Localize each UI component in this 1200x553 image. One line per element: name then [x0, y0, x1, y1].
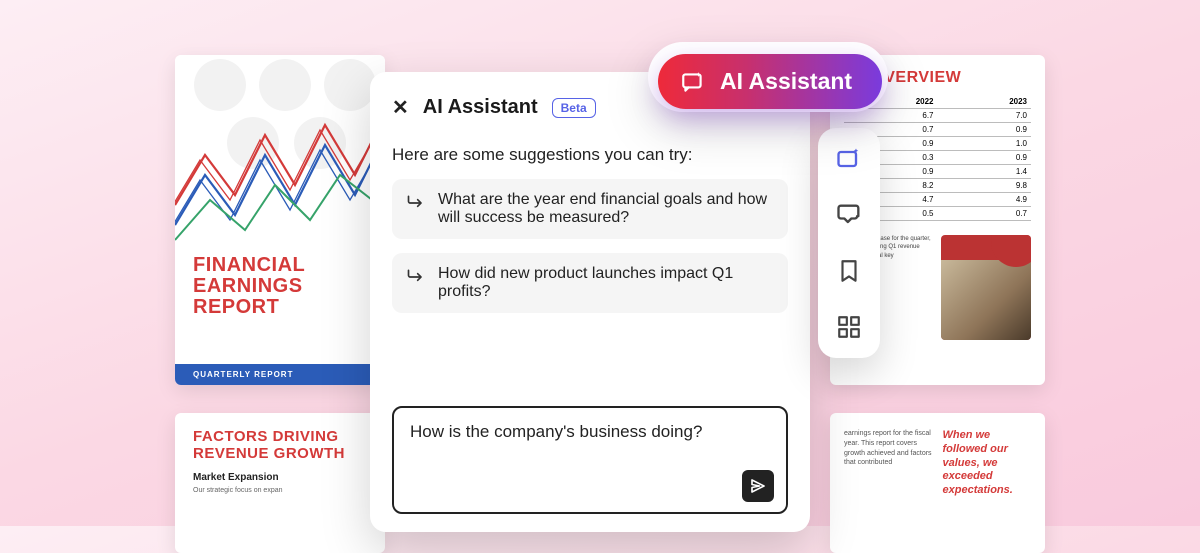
- table-row: 6.77.0: [844, 109, 1031, 123]
- chat-sparkle-icon: [680, 69, 706, 95]
- ai-assistant-panel: ✕ AI Assistant Beta Here are some sugges…: [370, 72, 810, 532]
- side-tool-rail: [818, 128, 880, 358]
- doc-factors-subhead: Market Expansion: [193, 472, 367, 483]
- rail-comments-icon[interactable]: [834, 200, 864, 230]
- ai-assistant-launch-button[interactable]: AI Assistant: [658, 54, 882, 109]
- chat-input-container: How is the company's business doing?: [392, 406, 788, 514]
- suggestion-text: How did new product launches impact Q1 p…: [438, 265, 774, 301]
- chat-input[interactable]: How is the company's business doing?: [410, 422, 774, 442]
- rail-ai-sparkle-icon[interactable]: [834, 144, 864, 174]
- doc-factors-body: Our strategic focus on expan: [193, 487, 367, 494]
- doc-quote-paragraph: earnings report for the fiscal year. Thi…: [844, 429, 933, 537]
- doc-title-line3: REPORT: [193, 297, 367, 318]
- close-icon[interactable]: ✕: [392, 98, 409, 118]
- ai-pill-label: AI Assistant: [720, 68, 852, 95]
- panel-title: AI Assistant: [423, 96, 538, 119]
- send-button[interactable]: [742, 470, 774, 502]
- send-icon: [749, 477, 767, 495]
- doc-factors-title1: FACTORS DRIVING: [193, 429, 367, 446]
- rail-grid-icon[interactable]: [834, 312, 864, 342]
- doc-overview-photo: [941, 235, 1031, 340]
- reply-arrow-icon: [406, 267, 426, 292]
- suggestions-intro: Here are some suggestions you can try:: [392, 145, 788, 165]
- doc-thumbnail-quote: earnings report for the fiscal year. Thi…: [830, 413, 1045, 553]
- reply-arrow-icon: [406, 193, 426, 218]
- doc-chart-pattern: [175, 55, 385, 245]
- doc-title-line2: EARNINGS: [193, 276, 367, 297]
- doc-quote-text: When we followed our values, we exceeded…: [943, 429, 1032, 537]
- rail-bookmark-icon[interactable]: [834, 256, 864, 286]
- doc-factors-title2: REVENUE GROWTH: [193, 446, 367, 463]
- beta-badge: Beta: [552, 98, 596, 118]
- suggestion-item[interactable]: What are the year end financial goals an…: [392, 179, 788, 239]
- suggestion-text: What are the year end financial goals an…: [438, 191, 774, 227]
- doc-subtitle-band: QUARTERLY REPORT: [175, 364, 385, 385]
- doc-title-line1: FINANCIAL: [193, 255, 367, 276]
- doc-thumbnail-financial-report: FINANCIAL EARNINGS REPORT QUARTERLY REPO…: [175, 55, 385, 385]
- suggestion-item[interactable]: How did new product launches impact Q1 p…: [392, 253, 788, 313]
- doc-thumbnail-factors: FACTORS DRIVING REVENUE GROWTH Market Ex…: [175, 413, 385, 553]
